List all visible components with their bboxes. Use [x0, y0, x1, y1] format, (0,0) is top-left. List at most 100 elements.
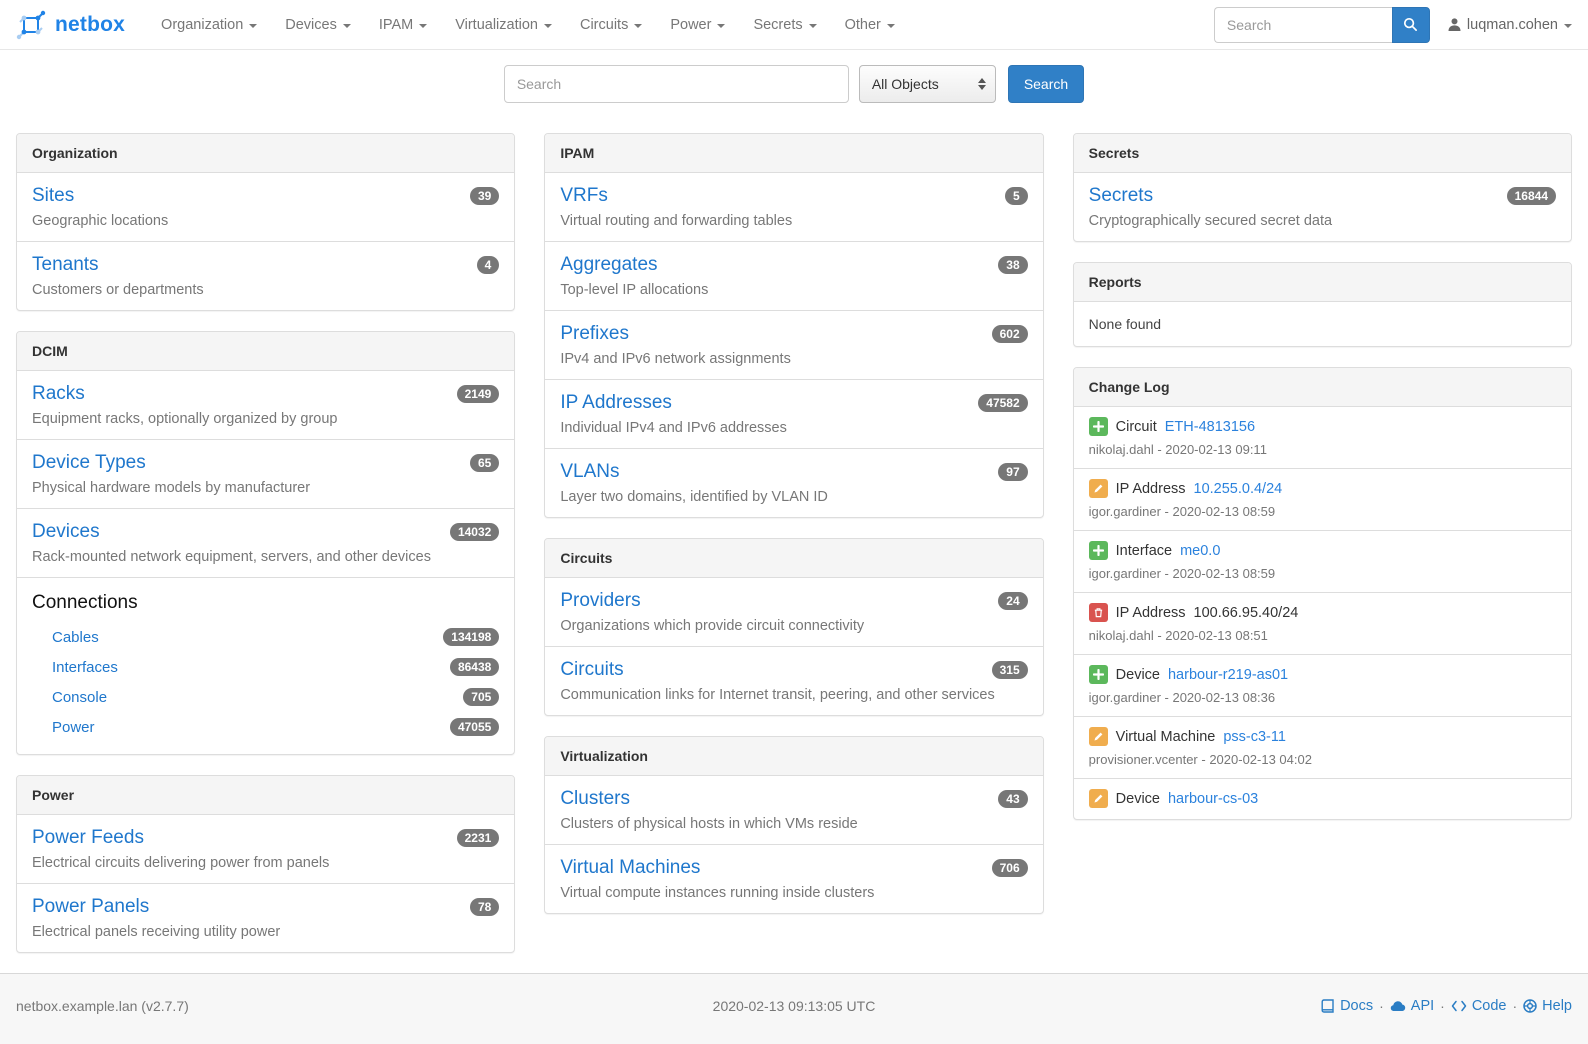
count-badge: 315: [992, 661, 1028, 679]
count-badge: 2231: [457, 829, 500, 847]
nav-other[interactable]: Other: [831, 0, 909, 50]
power-feeds-link[interactable]: Power Feeds: [32, 827, 144, 849]
changelog-object-link[interactable]: 10.255.0.4/24: [1194, 481, 1283, 497]
power-panels-link[interactable]: Power Panels: [32, 896, 149, 918]
search-scope-value: All Objects: [872, 76, 939, 92]
panel-title: Organization: [17, 134, 514, 173]
column-middle: IPAM VRFs 5 Virtual routing and forwardi…: [544, 133, 1043, 934]
device-types-link[interactable]: Device Types: [32, 452, 146, 474]
nav-secrets[interactable]: Secrets: [739, 0, 830, 50]
panel-title: DCIM: [17, 332, 514, 371]
panel-title: Secrets: [1074, 134, 1571, 173]
list-item: Power Panels 78 Electrical panels receiv…: [17, 883, 514, 952]
user-menu[interactable]: luqman.cohen: [1448, 17, 1572, 33]
changelog-entry: Circuit ETH-4813156 nikolaj.dahl - 2020-…: [1074, 407, 1571, 468]
vrfs-link[interactable]: VRFs: [560, 185, 608, 207]
power-link[interactable]: Power: [52, 719, 95, 736]
tenants-link[interactable]: Tenants: [32, 254, 99, 276]
navbar-search-input[interactable]: [1214, 7, 1392, 43]
count-badge: 38: [998, 256, 1027, 274]
clusters-link[interactable]: Clusters: [560, 788, 630, 810]
search-input[interactable]: [504, 65, 849, 103]
code-link[interactable]: Code: [1451, 998, 1507, 1014]
nav-ipam[interactable]: IPAM: [365, 0, 441, 50]
update-icon: [1089, 727, 1108, 746]
chevron-down-icon: [343, 24, 351, 28]
chevron-down-icon: [419, 24, 427, 28]
panel-reports: Reports None found: [1073, 262, 1572, 347]
changelog-entry: Interface me0.0 igor.gardiner - 2020-02-…: [1074, 530, 1571, 592]
nav-devices[interactable]: Devices: [271, 0, 365, 50]
providers-link[interactable]: Providers: [560, 590, 640, 612]
devices-link[interactable]: Devices: [32, 521, 100, 543]
panel-title: Reports: [1074, 263, 1571, 302]
navbar-search-button[interactable]: [1392, 7, 1430, 43]
search-icon: [1403, 17, 1418, 32]
changelog-object-text: 100.66.95.40/24: [1194, 605, 1299, 621]
user-icon: [1448, 18, 1461, 32]
nav-power[interactable]: Power: [656, 0, 739, 50]
item-description: Customers or departments: [32, 282, 499, 298]
changelog-object-link[interactable]: harbour-r219-as01: [1168, 667, 1288, 683]
count-badge: 47055: [450, 718, 499, 736]
circuits-link[interactable]: Circuits: [560, 659, 623, 681]
list-item: Providers 24 Organizations which provide…: [545, 578, 1042, 646]
panel-title: Circuits: [545, 539, 1042, 578]
docs-link[interactable]: Docs: [1321, 998, 1373, 1014]
help-link[interactable]: Help: [1523, 998, 1572, 1014]
connections-group: Connections Cables 134198 Interfaces 864…: [17, 577, 514, 754]
racks-link[interactable]: Racks: [32, 383, 85, 405]
aggregates-link[interactable]: Aggregates: [560, 254, 657, 276]
changelog-entry: Device harbour-r219-as01 igor.gardiner -…: [1074, 654, 1571, 716]
changelog-object-link[interactable]: me0.0: [1180, 543, 1220, 559]
changelog-object-type: Virtual Machine: [1116, 729, 1216, 745]
chevron-down-icon: [634, 24, 642, 28]
brand-name: netbox: [55, 13, 125, 37]
sites-link[interactable]: Sites: [32, 185, 74, 207]
console-link[interactable]: Console: [52, 689, 107, 706]
connection-row: Power 47055: [32, 712, 499, 742]
prefixes-link[interactable]: Prefixes: [560, 323, 629, 345]
virtual-machines-link[interactable]: Virtual Machines: [560, 857, 700, 879]
nav-organization[interactable]: Organization: [147, 0, 271, 50]
item-description: Communication links for Internet transit…: [560, 687, 1027, 703]
item-description: Physical hardware models by manufacturer: [32, 480, 499, 496]
changelog-object-link[interactable]: ETH-4813156: [1165, 419, 1255, 435]
footer-hostname: netbox.example.lan (v2.7.7): [16, 998, 713, 1014]
changelog-object-link[interactable]: pss-c3-11: [1223, 729, 1286, 745]
chevron-down-icon: [887, 24, 895, 28]
count-badge: 86438: [450, 658, 499, 676]
ip-addresses-link[interactable]: IP Addresses: [560, 392, 672, 414]
netbox-brand[interactable]: netbox: [16, 10, 125, 40]
panel-power: Power Power Feeds 2231 Electrical circui…: [16, 775, 515, 953]
search-scope-select[interactable]: All Objects: [859, 65, 996, 103]
cloud-icon: [1390, 1000, 1406, 1012]
vlans-link[interactable]: VLANs: [560, 461, 619, 483]
search-button[interactable]: Search: [1008, 65, 1084, 103]
interfaces-link[interactable]: Interfaces: [52, 659, 118, 676]
api-link[interactable]: API: [1390, 998, 1434, 1014]
list-item: VLANs 97 Layer two domains, identified b…: [545, 448, 1042, 517]
nav-virtualization[interactable]: Virtualization: [441, 0, 566, 50]
delete-icon: [1089, 603, 1108, 622]
connection-row: Console 705: [32, 682, 499, 712]
item-description: Virtual routing and forwarding tables: [560, 213, 1027, 229]
changelog-object-link[interactable]: harbour-cs-03: [1168, 791, 1258, 807]
nav-circuits[interactable]: Circuits: [566, 0, 656, 50]
count-badge: 39: [470, 187, 499, 205]
top-navbar: netbox Organization Devices IPAM Virtual…: [0, 0, 1588, 50]
count-badge: 47582: [978, 394, 1027, 412]
book-icon: [1321, 999, 1335, 1013]
list-item: Secrets 16844 Cryptographically secured …: [1074, 173, 1571, 241]
changelog-object-type: Interface: [1116, 543, 1172, 559]
list-item: Sites 39 Geographic locations: [17, 173, 514, 241]
count-badge: 706: [992, 859, 1028, 877]
update-icon: [1089, 479, 1108, 498]
count-badge: 2149: [457, 385, 500, 403]
code-icon: [1451, 1000, 1467, 1012]
list-item: Device Types 65 Physical hardware models…: [17, 439, 514, 508]
cables-link[interactable]: Cables: [52, 629, 99, 646]
create-icon: [1089, 541, 1108, 560]
secrets-link[interactable]: Secrets: [1089, 185, 1153, 207]
changelog-meta: provisioner.vcenter - 2020-02-13 04:02: [1089, 752, 1556, 767]
